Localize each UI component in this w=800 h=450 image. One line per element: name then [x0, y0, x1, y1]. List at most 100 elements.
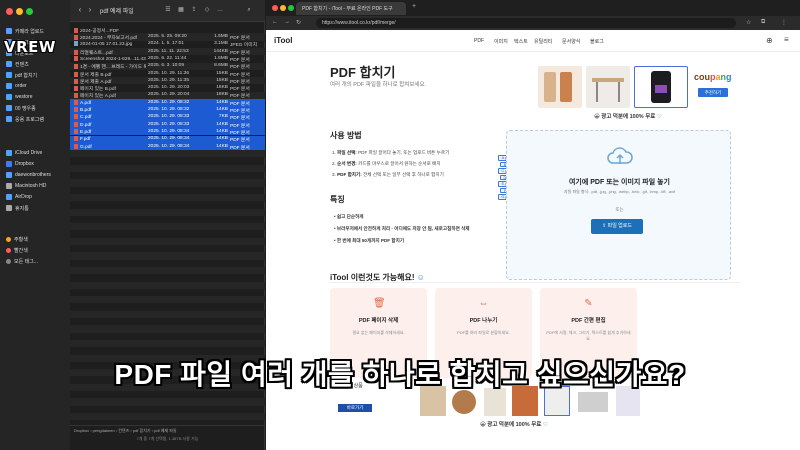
bookmark-icon[interactable]: ☆: [746, 19, 751, 26]
sidebar-location[interactable]: 휴지통: [6, 203, 29, 213]
pdf-file-icon: [74, 136, 78, 142]
sidebar-item[interactable]: 카메라 업로드: [6, 26, 44, 36]
file-size: 3.1MB: [214, 41, 228, 47]
sidebar-item[interactable]: 응용 프로그램: [6, 114, 44, 124]
file-row[interactable]: C.pdf 2025. 10. 29. 08:33 7KB PDF 문서: [70, 113, 265, 121]
ad-recommend-button[interactable]: 추천하기: [698, 88, 728, 97]
file-row[interactable]: B.pdf 2025. 10. 29. 08:32 14KB PDF 문서: [70, 106, 265, 114]
sidebar-item[interactable]: 00 맹우종: [6, 103, 36, 113]
ad-banner-top[interactable]: coupang 추천하기: [536, 64, 738, 110]
sidebar-item-label: 00 맹우종: [15, 105, 36, 112]
empty-row: [70, 252, 265, 260]
more-icon[interactable]: …: [216, 6, 224, 14]
sidebar-location[interactable]: iCloud Drive: [6, 148, 42, 158]
sidebar-location[interactable]: Macintosh HD: [6, 181, 46, 191]
file-row[interactable]: 1경 - 에펠 핸... 브레드 - 가이드 북.pdf2025. 6. 3. …: [70, 62, 265, 70]
site-logo[interactable]: iTool: [274, 36, 293, 45]
bottom-ad-note-text: 광고 덕분에 100% 무료: [487, 422, 542, 428]
browser-minimize-button[interactable]: [280, 5, 286, 11]
file-row[interactable]: D.pdf 2025. 10. 29. 08:33 14KB PDF 문서: [70, 120, 265, 129]
pdf-file-icon: [74, 49, 78, 55]
file-size: 144KB: [213, 48, 228, 54]
sidebar-location[interactable]: daewonbrothers: [6, 170, 51, 180]
empty-row: [70, 223, 265, 231]
file-row[interactable]: F.pdf 2025. 10. 29. 08:34 14KB PDF 문서: [70, 135, 265, 143]
sidebar-tag[interactable]: 모든 태그...: [6, 256, 38, 266]
upload-button[interactable]: ⇪ 파일 업로드: [591, 219, 643, 234]
sidebar-location-label: 휴지통: [15, 205, 29, 212]
feature-text: 브라우저에서 안전하게 처리 - 어디에도 저장 안 됨, 새로고침하면 삭제: [336, 226, 470, 231]
file-row[interactable]: 페이지 있는 A.pdf 2025. 10. 29. 20:04 18KB PDF 문…: [70, 91, 265, 99]
file-row[interactable]: G.pdf 2025. 10. 29. 08:34 14KB PDF 문서: [70, 142, 265, 151]
back-button[interactable]: ‹: [76, 6, 84, 14]
file-row[interactable]: 2024.2024 - 부자보고서.pdf 2025. 5. 25. 09:20 1…: [70, 33, 265, 41]
file-name: C.pdf: [74, 114, 146, 120]
ad-product-image: [578, 392, 608, 412]
file-row[interactable]: Screenshot 2024-1-629...11.43.57.pdf2025…: [70, 55, 265, 63]
file-row[interactable]: 문서 제출 A.pdf 2025. 10. 29. 11:35 15KB PDF 문서: [70, 77, 265, 85]
forward-icon[interactable]: →: [284, 19, 290, 25]
bottom-ad-button[interactable]: 바로가기: [338, 404, 372, 412]
edit-icon: ✎: [584, 298, 593, 309]
file-size: 18KB: [216, 85, 228, 91]
sidebar-item-label: westore: [15, 94, 33, 100]
sidebar-item[interactable]: westore: [6, 92, 33, 102]
file-row[interactable]: 리얼퀘스트...pdf 2025. 11. 11. 22:53 144KB PDF 문…: [70, 47, 265, 56]
new-tab-button[interactable]: +: [412, 3, 416, 10]
file-size: 14KB: [216, 143, 228, 149]
sidebar-location[interactable]: Dropbox: [6, 159, 34, 169]
how-to-title: 사용 방법: [330, 131, 362, 140]
trash-icon: [6, 205, 12, 211]
sidebar-location[interactable]: AirDrop: [6, 192, 32, 202]
file-row[interactable]: 페이지 있는 B.pdf 2025. 10. 29. 20:03 18KB PDF 문…: [70, 84, 265, 92]
empty-row: [70, 412, 265, 421]
search-icon[interactable]: ⌕: [245, 6, 253, 14]
site-menu-item[interactable]: 블로그: [590, 38, 604, 45]
list-view-icon[interactable]: ☰: [164, 6, 172, 14]
site-menu-item[interactable]: 유틸리티: [534, 38, 552, 45]
status-bar: 7개 중 7개 선택됨, 1.38TB 사용 가능: [136, 436, 199, 441]
reload-icon[interactable]: ↻: [296, 19, 301, 26]
browser-close-button[interactable]: [272, 5, 278, 11]
file-row[interactable]: E.pdf 2025. 10. 29. 08:34 14KB PDF 문서: [70, 128, 265, 136]
zoom-window-button[interactable]: [26, 8, 33, 15]
grid-view-icon[interactable]: ▦: [177, 6, 185, 14]
tag-dot-icon: [6, 258, 11, 264]
site-menu-item[interactable]: 문서양식: [562, 38, 580, 45]
sidebar-tag[interactable]: 빨간색: [6, 245, 28, 255]
extensions-icon[interactable]: ⧉: [761, 19, 765, 26]
file-row[interactable]: A.pdf 2025. 10. 29. 08:32 14KB PDF 문서: [70, 99, 265, 107]
back-icon[interactable]: ←: [272, 19, 278, 25]
url-input[interactable]: https://www.itool.co.kr/pdf/merge/: [316, 18, 736, 28]
file-drop-zone[interactable]: 여기에 PDF 또는 이미지 파일 놓기 지원 파일 형식: .pdf, .jp…: [506, 130, 731, 280]
tag-icon[interactable]: ◇: [203, 6, 211, 14]
sidebar-item[interactable]: pdf 합치기: [6, 70, 37, 80]
tab-active[interactable]: PDF 합치기 - iTool - 무료 온라인 PDF 도구: [296, 2, 406, 15]
empty-row: [70, 325, 265, 333]
sidebar-item[interactable]: order: [6, 81, 27, 91]
pdf-file-icon: [74, 78, 78, 84]
path-bar[interactable]: Dropbox › pengdakeen › 컨텐츠 › pdf 합치기 › p…: [70, 425, 265, 435]
browser-zoom-button[interactable]: [288, 5, 294, 11]
file-size: 14KB: [216, 107, 228, 113]
site-menu-item[interactable]: PDF: [474, 38, 484, 44]
file-row[interactable]: 2024-공정서...PDF: [70, 26, 265, 34]
menu-icon[interactable]: ⋮: [781, 19, 787, 26]
sidebar-item[interactable]: 컨텐츠: [6, 59, 29, 69]
pdf-file-icon: [74, 93, 78, 99]
file-row[interactable]: 문서 제출 B.pdf 2025. 10. 29. 11:36 15KB PDF 문서: [70, 70, 265, 78]
site-menu-item[interactable]: 이미지: [494, 38, 508, 45]
more-tools-title: iTool 이런것도 가능해요! ☺: [330, 273, 425, 282]
share-icon[interactable]: ⇪: [190, 6, 198, 14]
sidebar-tag[interactable]: 주황색: [6, 234, 28, 244]
close-window-button[interactable]: [6, 8, 13, 15]
empty-row: [70, 208, 265, 216]
file-name-text: D.pdf: [80, 122, 92, 128]
forward-button[interactable]: ›: [86, 6, 94, 14]
file-row[interactable]: 2024-01-05 17.01.23.jpg 2024. 1. 5. 17:01…: [70, 41, 265, 48]
site-menu-item[interactable]: 텍스트: [514, 38, 528, 45]
step-head: PDF 합치기:: [337, 172, 362, 177]
minimize-window-button[interactable]: [16, 8, 23, 15]
hamburger-icon[interactable]: ≡: [784, 35, 789, 44]
language-icon[interactable]: ⊕: [766, 36, 773, 45]
